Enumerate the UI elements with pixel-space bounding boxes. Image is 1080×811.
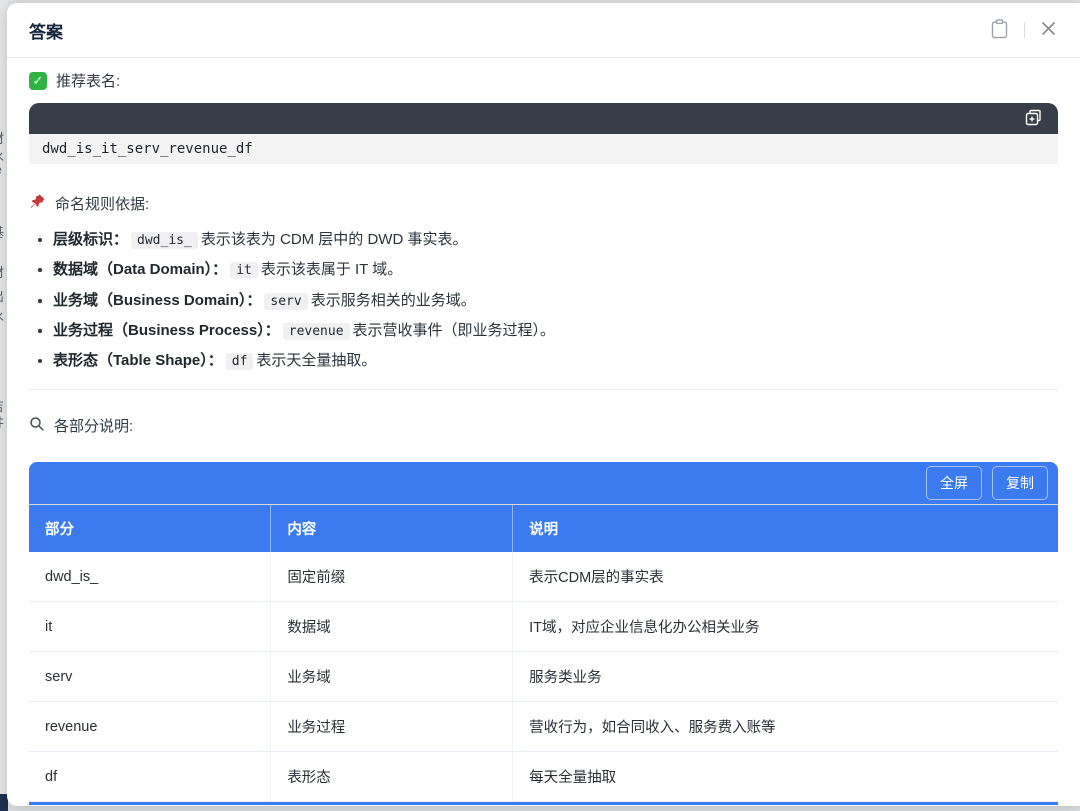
cell-part: dwd_is_ (29, 552, 271, 603)
rule-term: 表形态（Table Shape）： (53, 352, 223, 369)
rule-item: 业务域（Business Domain）：serv表示服务相关的业务域。 (53, 289, 1058, 312)
table-toolbar: 全屏 复制 (29, 462, 1058, 505)
modal-title: 答案 (29, 22, 63, 42)
cell-description: IT域，对应企业信息化办公相关业务 (512, 601, 1058, 653)
rule-code: revenue (282, 322, 350, 340)
code-block: dwd_is_it_serv_revenue_df (29, 103, 1058, 164)
rule-code: df (225, 353, 254, 370)
rule-term: 数据域（Data Domain）： (53, 261, 228, 279)
table-copy-button[interactable]: 复制 (992, 466, 1048, 501)
code-content[interactable]: dwd_is_it_serv_revenue_df (29, 134, 1058, 164)
close-icon (1041, 21, 1056, 39)
cell-content: 数据域 (270, 601, 513, 653)
table-row: revenue 业务过程 营收行为，如合同收入、服务费入账等 (29, 701, 1058, 753)
rule-code: dwd_is_ (131, 232, 198, 249)
rule-text: 表示天全量抽取。 (256, 352, 377, 369)
magnifier-icon (29, 416, 45, 436)
cell-description: 表示CDM层的事实表 (512, 552, 1058, 603)
code-block-header (29, 103, 1058, 134)
section-recommended-name: ✓ 推荐表名: (29, 70, 1058, 91)
table-row: df 表形态 每天全量抽取 (29, 751, 1058, 803)
section-parts: 各部分说明: (29, 415, 1058, 436)
modal-body: ✓ 推荐表名: dwd_is_it_serv_revenue_df 命名规则依据… (7, 58, 1080, 806)
cell-content: 业务域 (270, 651, 513, 703)
header-divider (1024, 22, 1025, 38)
table-header-row: 部分 内容 说明 (29, 504, 1058, 553)
naming-rules-list: 层级标识：dwd_is_表示该表为 CDM 层中的 DWD 事实表。 数据域（D… (29, 228, 1058, 372)
copy-icon (1025, 109, 1042, 129)
rule-item: 业务过程（Business Process）：revenue表示营收事件（即业务… (53, 319, 1058, 342)
rule-code: serv (264, 292, 308, 310)
check-icon: ✓ (29, 71, 47, 90)
code-copy-button[interactable] (1023, 107, 1044, 131)
table-row: serv 业务域 服务类业务 (29, 651, 1058, 703)
table-row: it 数据域 IT域，对应企业信息化办公相关业务 (29, 601, 1058, 653)
cell-content: 表形态 (270, 751, 513, 803)
rule-code: it (230, 262, 258, 280)
cell-description: 服务类业务 (512, 651, 1058, 703)
rule-item: 数据域（Data Domain）：it表示该表属于 IT 域。 (53, 258, 1058, 281)
rule-text: 表示服务相关的业务域。 (310, 291, 476, 309)
parts-table: 部分 内容 说明 dwd_is_ 固定前缀 表示CDM层的事实表 it 数据域 … (29, 504, 1058, 803)
cell-content: 固定前缀 (270, 552, 513, 603)
pushpin-icon (29, 193, 46, 214)
col-header-description: 说明 (512, 504, 1058, 553)
rule-text: 表示该表为 CDM 层中的 DWD 事实表。 (200, 231, 468, 248)
rule-term: 层级标识： (53, 231, 129, 248)
naming-rules-heading: 命名规则依据: (29, 193, 1058, 214)
close-button[interactable] (1039, 19, 1058, 41)
cell-description: 每天全量抽取 (512, 751, 1058, 803)
rule-term: 业务域（Business Domain）： (53, 291, 262, 309)
rule-text: 表示该表属于 IT 域。 (260, 261, 403, 279)
rule-term: 业务过程（Business Process）： (53, 321, 280, 339)
cell-part: serv (29, 651, 271, 703)
rule-item: 层级标识：dwd_is_表示该表为 CDM 层中的 DWD 事实表。 (53, 228, 1058, 251)
rule-text: 表示营收事件（即业务过程）。 (352, 321, 556, 339)
col-header-part: 部分 (29, 504, 271, 553)
section-divider (29, 389, 1058, 391)
clipboard-icon (991, 18, 1008, 42)
cell-part: revenue (29, 701, 271, 753)
rule-item: 表形态（Table Shape）：df表示天全量抽取。 (53, 349, 1058, 372)
table-row: dwd_is_ 固定前缀 表示CDM层的事实表 (29, 552, 1058, 603)
parts-table-card: 全屏 复制 部分 内容 说明 dwd_is_ 固定前缀 表示CDM层的事实表 i… (29, 462, 1058, 806)
modal-header: 答案 (7, 3, 1080, 58)
cell-part: df (29, 751, 271, 803)
section-naming-rules: 命名规则依据: 层级标识：dwd_is_表示该表为 CDM 层中的 DWD 事实… (29, 193, 1058, 372)
cell-part: it (29, 601, 271, 653)
cell-content: 业务过程 (270, 701, 513, 753)
parts-label: 各部分说明: (54, 418, 134, 436)
col-header-content: 内容 (270, 504, 513, 553)
section-recommended-label: 推荐表名: (56, 73, 121, 90)
naming-rules-label: 命名规则依据: (55, 196, 150, 213)
copy-to-clipboard-button[interactable] (989, 17, 1010, 44)
answer-modal: 答案 ✓ 推荐表名: dwd_is_it_serv_revenue_df 命名规… (7, 3, 1080, 806)
header-actions (989, 17, 1058, 44)
cell-description: 营收行为，如合同收入、服务费入账等 (512, 701, 1058, 753)
fullscreen-button[interactable]: 全屏 (926, 466, 982, 501)
